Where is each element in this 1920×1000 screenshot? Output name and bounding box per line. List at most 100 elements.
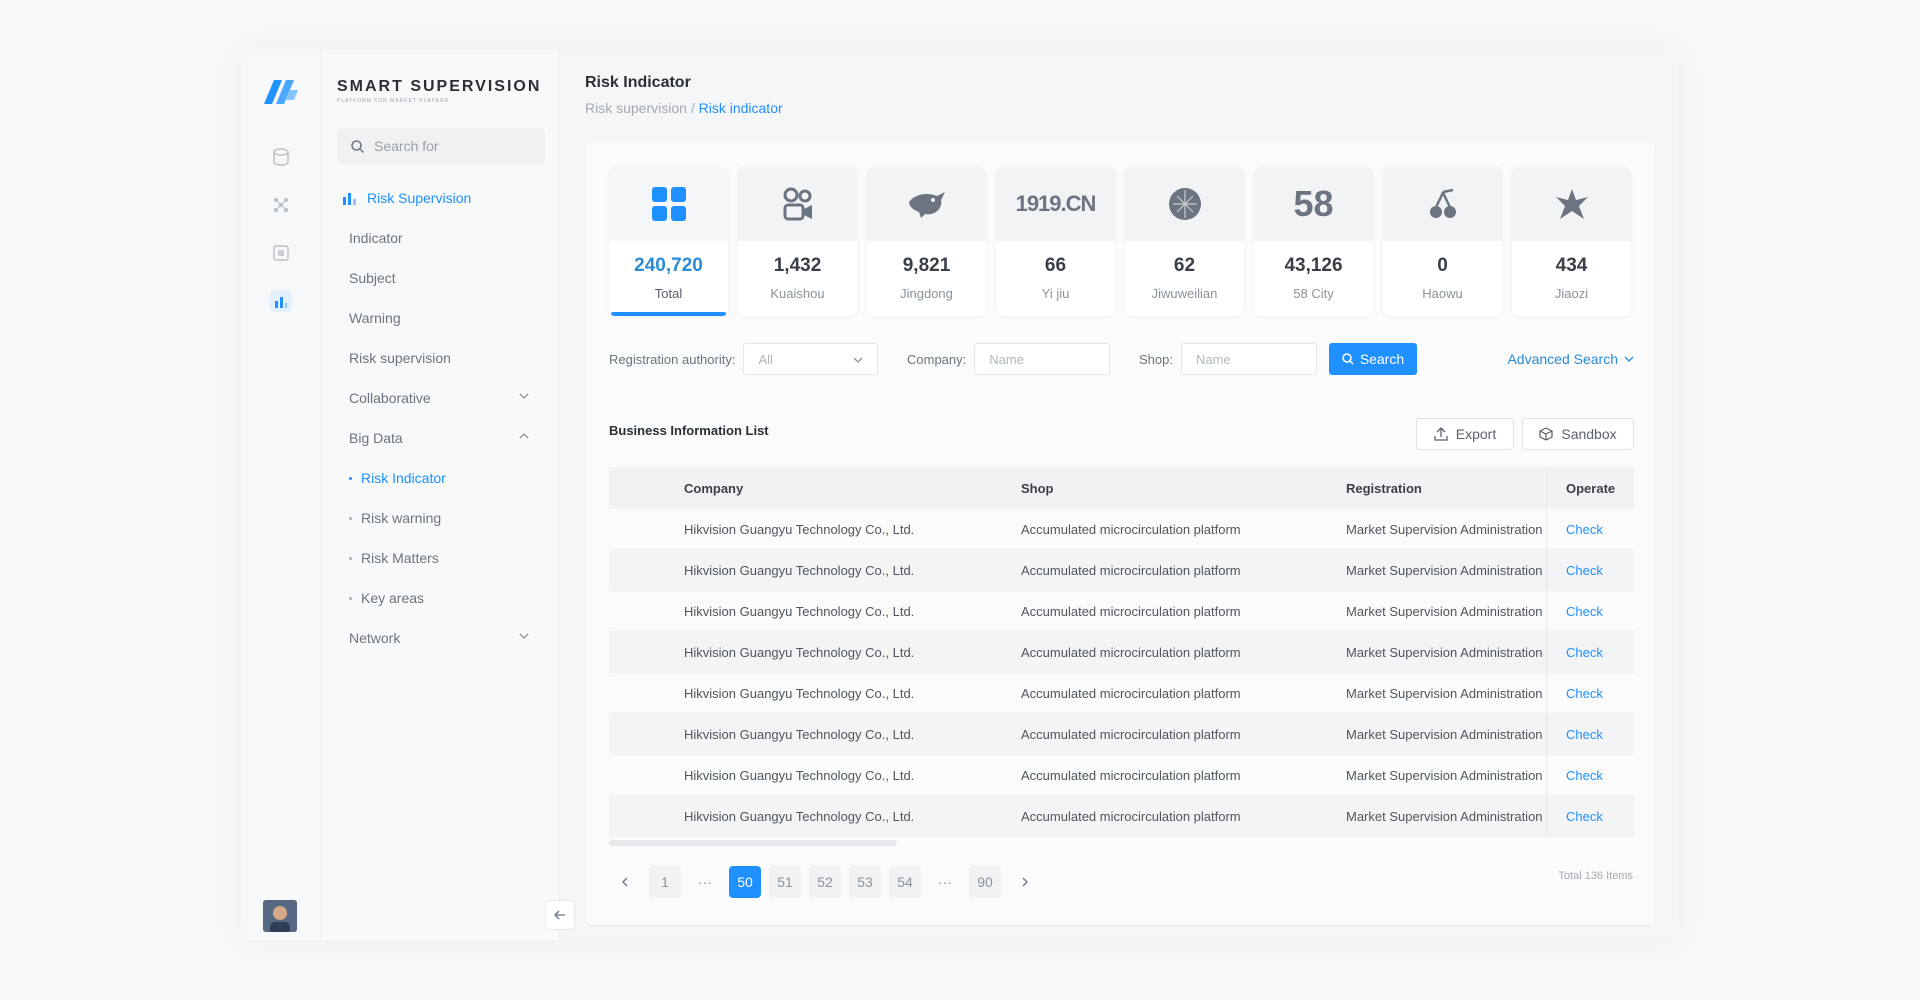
page-button[interactable]: 51 bbox=[769, 866, 801, 898]
shop-input[interactable]: Name bbox=[1180, 343, 1317, 375]
card-value: 1,432 bbox=[773, 255, 822, 276]
card-label: Jiwuweilian bbox=[1151, 286, 1218, 301]
prev-page-button[interactable] bbox=[609, 866, 641, 898]
sidebar-item-subject[interactable]: Subject bbox=[349, 267, 529, 289]
page-button[interactable]: 52 bbox=[809, 866, 841, 898]
network-icon[interactable] bbox=[270, 194, 292, 216]
breadcrumb-parent[interactable]: Risk supervision bbox=[585, 100, 687, 116]
card-value: 240,720 bbox=[634, 255, 703, 276]
card-label: 58 City bbox=[1293, 286, 1334, 301]
sidebar-item-risk-supervision-sub[interactable]: Risk supervision bbox=[349, 347, 529, 369]
chart-icon bbox=[343, 192, 356, 205]
cell-company: Hikvision Guangyu Technology Co., Ltd. bbox=[684, 808, 915, 824]
company-input[interactable]: Name bbox=[974, 343, 1111, 375]
card-yijiu[interactable]: 1919.CN 66 Yi jiu bbox=[996, 167, 1115, 316]
cell-shop: Accumulated microcirculation platform bbox=[1021, 603, 1241, 619]
page-ellipsis[interactable]: ··· bbox=[929, 866, 961, 898]
page-button[interactable]: 54 bbox=[889, 866, 921, 898]
chevron-right-icon bbox=[1022, 877, 1028, 887]
icon-rail bbox=[241, 50, 321, 940]
company-filter: Company: Name bbox=[907, 343, 1111, 375]
pagination: 1 ··· 50 51 52 53 54 ··· 90 bbox=[609, 866, 1041, 898]
sidebar-item-big-data[interactable]: Big Data bbox=[349, 427, 529, 449]
check-link[interactable]: Check bbox=[1546, 796, 1634, 836]
sidebar-item-collaborative[interactable]: Collaborative bbox=[349, 387, 529, 409]
authority-filter: Registration authority: All bbox=[609, 343, 879, 375]
chart-icon[interactable] bbox=[270, 290, 292, 312]
cell-registration: Market Supervision Administration bbox=[1346, 767, 1543, 783]
grid-icon bbox=[651, 187, 686, 221]
card-total[interactable]: 240,720 Total bbox=[609, 167, 728, 316]
export-label: Export bbox=[1455, 426, 1497, 442]
chevron-down-icon bbox=[519, 633, 529, 639]
card-label: Kuaishou bbox=[770, 286, 825, 301]
cell-company: Hikvision Guangyu Technology Co., Ltd. bbox=[684, 685, 915, 701]
cell-registration: Market Supervision Administration bbox=[1346, 808, 1543, 824]
breadcrumb-current: Risk indicator bbox=[698, 100, 783, 116]
horizontal-scrollbar[interactable] bbox=[609, 840, 897, 846]
sidebar-item-label: Risk Supervision bbox=[367, 190, 472, 206]
card-jingdong[interactable]: 9,821 Jingdong bbox=[867, 167, 986, 316]
card-kuaishou[interactable]: 1,432 Kuaishou bbox=[738, 167, 857, 316]
sidebar-item-indicator[interactable]: Indicator bbox=[349, 227, 529, 249]
sidebar-item-network[interactable]: Network bbox=[349, 627, 529, 649]
cell-registration: Market Supervision Administration bbox=[1346, 521, 1543, 537]
card-value: 434 bbox=[1555, 255, 1588, 276]
sidebar-item-warning[interactable]: Warning bbox=[349, 307, 529, 329]
check-link[interactable]: Check bbox=[1546, 632, 1634, 672]
cell-shop: Accumulated microcirculation platform bbox=[1021, 644, 1241, 660]
card-jiwuweilian[interactable]: 62 Jiwuweilian bbox=[1125, 167, 1244, 316]
table-row: Hikvision Guangyu Technology Co., Ltd. A… bbox=[609, 796, 1634, 837]
search-input[interactable]: Search for bbox=[337, 128, 545, 164]
page-button[interactable]: 1 bbox=[649, 866, 681, 898]
check-link[interactable]: Check bbox=[1546, 591, 1634, 631]
sidebar-item-key-areas[interactable]: Key areas bbox=[349, 587, 529, 609]
column-header-registration[interactable]: Registration bbox=[1346, 481, 1546, 496]
column-header-shop[interactable]: Shop bbox=[1021, 481, 1054, 496]
table-header: Company Shop Registration Operate bbox=[609, 467, 1634, 509]
page-button[interactable]: 53 bbox=[849, 866, 881, 898]
sidebar-item-risk-indicator[interactable]: Risk Indicator bbox=[349, 467, 529, 489]
card-haowu[interactable]: 0 Haowu bbox=[1383, 167, 1502, 316]
check-link[interactable]: Check bbox=[1546, 550, 1634, 590]
table-row: Hikvision Guangyu Technology Co., Ltd. A… bbox=[609, 714, 1634, 755]
sandbox-button[interactable]: Sandbox bbox=[1522, 418, 1634, 450]
card-58city[interactable]: 58 43,126 58 City bbox=[1254, 167, 1373, 316]
cell-company: Hikvision Guangyu Technology Co., Ltd. bbox=[684, 726, 915, 742]
card-label: Yi jiu bbox=[1041, 286, 1070, 301]
column-header-company[interactable]: Company bbox=[684, 481, 743, 496]
shop-label: Shop: bbox=[1139, 351, 1173, 367]
page-button[interactable]: 90 bbox=[969, 866, 1001, 898]
box-icon[interactable] bbox=[270, 242, 292, 264]
collapse-sidebar-button[interactable] bbox=[545, 900, 575, 930]
check-link[interactable]: Check bbox=[1546, 673, 1634, 713]
advanced-search-link[interactable]: Advanced Search bbox=[1507, 351, 1634, 367]
cell-company: Hikvision Guangyu Technology Co., Ltd. bbox=[684, 603, 915, 619]
sidebar-item-label: Subject bbox=[349, 270, 396, 286]
sidebar-item-risk-supervision[interactable]: Risk Supervision bbox=[343, 187, 523, 209]
cell-shop: Accumulated microcirculation platform bbox=[1021, 808, 1241, 824]
sidebar-item-risk-warning[interactable]: Risk warning bbox=[349, 507, 529, 529]
sidebar-item-label: Risk warning bbox=[361, 510, 442, 526]
export-button[interactable]: Export bbox=[1416, 418, 1514, 450]
avatar[interactable] bbox=[263, 900, 297, 932]
sidebar-item-label: Big Data bbox=[349, 430, 403, 446]
authority-select[interactable]: All bbox=[743, 343, 879, 375]
shop-filter: Shop: Name bbox=[1139, 343, 1317, 375]
card-value: 66 bbox=[1044, 255, 1067, 276]
card-value: 9,821 bbox=[902, 255, 951, 276]
chevron-up-icon bbox=[519, 433, 529, 439]
page-button-current[interactable]: 50 bbox=[729, 866, 761, 898]
card-jiaozi[interactable]: 434 Jiaozi bbox=[1512, 167, 1631, 316]
next-page-button[interactable] bbox=[1009, 866, 1041, 898]
check-link[interactable]: Check bbox=[1546, 755, 1634, 795]
check-link[interactable]: Check bbox=[1546, 714, 1634, 754]
database-icon[interactable] bbox=[270, 146, 292, 168]
upload-icon bbox=[1434, 427, 1448, 441]
table-row: Hikvision Guangyu Technology Co., Ltd. A… bbox=[609, 755, 1634, 796]
check-link[interactable]: Check bbox=[1546, 509, 1634, 549]
search-button[interactable]: Search bbox=[1329, 343, 1417, 375]
page-ellipsis[interactable]: ··· bbox=[689, 866, 721, 898]
sidebar-item-risk-matters[interactable]: Risk Matters bbox=[349, 547, 529, 569]
sidebar-item-label: Warning bbox=[349, 310, 401, 326]
